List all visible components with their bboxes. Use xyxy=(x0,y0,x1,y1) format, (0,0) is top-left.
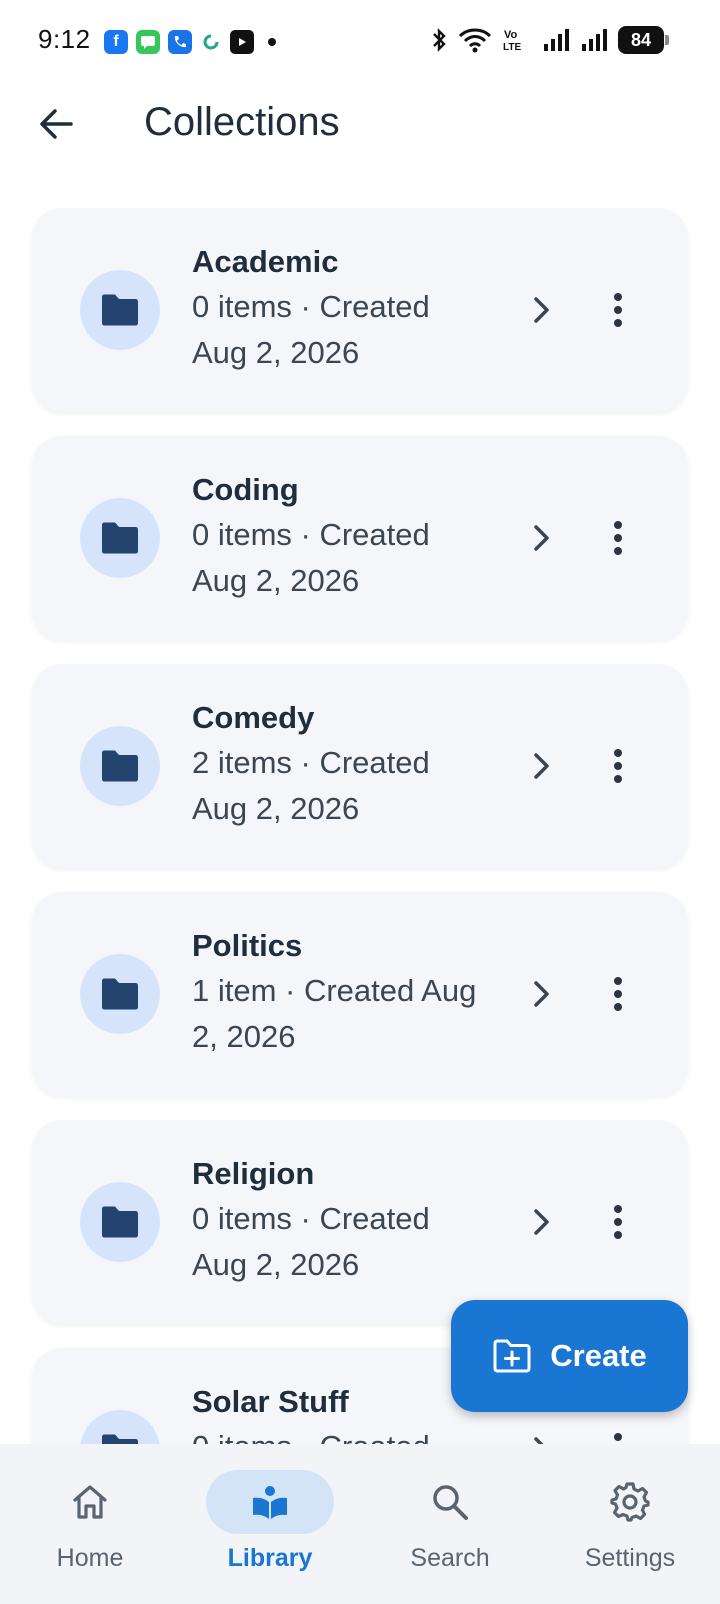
home-icon xyxy=(73,1485,107,1519)
collection-card[interactable]: Politics 1 item · Created Aug 2, 2026 xyxy=(32,892,688,1096)
library-icon xyxy=(253,1486,287,1519)
folder-icon xyxy=(102,978,138,1010)
collection-meta-line1: 1 item · Created Aug xyxy=(192,973,477,1008)
chevron-right-icon xyxy=(534,525,549,551)
folder-avatar xyxy=(80,498,160,578)
folder-avatar xyxy=(80,954,160,1034)
nav-settings[interactable]: Settings xyxy=(540,1444,720,1604)
collection-meta-line1: 0 items · Created xyxy=(192,1201,430,1236)
chevron-right-icon xyxy=(534,1209,549,1235)
open-collection-button[interactable] xyxy=(512,508,572,568)
nav-search-label: Search xyxy=(410,1544,490,1572)
collection-name: Politics xyxy=(192,928,303,963)
bluetooth-icon xyxy=(433,28,446,52)
svg-text:Vo: Vo xyxy=(504,29,518,41)
collection-card[interactable]: Religion 0 items · Created Aug 2, 2026 xyxy=(32,1120,688,1324)
folder-avatar xyxy=(80,1182,160,1262)
collection-name: Religion xyxy=(192,1156,315,1191)
collection-text: Academic 0 items · Created Aug 2, 2026 xyxy=(192,240,522,376)
nav-home-icon-wrap xyxy=(26,1470,154,1534)
youtube-icon xyxy=(230,30,254,54)
nav-library-label: Library xyxy=(227,1544,313,1572)
collection-card[interactable]: Coding 0 items · Created Aug 2, 2026 xyxy=(32,436,688,640)
folder-icon xyxy=(102,750,138,782)
more-vertical-icon xyxy=(614,293,622,327)
volte-icon: VoLTE xyxy=(503,29,521,53)
folder-avatar xyxy=(80,726,160,806)
nav-search-icon-wrap xyxy=(386,1470,514,1534)
collection-meta-line1: 0 items · Created xyxy=(192,517,430,552)
more-options-button[interactable] xyxy=(588,280,648,340)
chevron-right-icon xyxy=(534,753,549,779)
collection-text: Coding 0 items · Created Aug 2, 2026 xyxy=(192,468,522,604)
collection-meta-line2: Aug 2, 2026 xyxy=(192,791,360,826)
more-options-button[interactable] xyxy=(588,736,648,796)
open-collection-button[interactable] xyxy=(512,736,572,796)
collection-name: Comedy xyxy=(192,700,315,735)
wifi-icon xyxy=(458,28,492,53)
chevron-right-icon xyxy=(534,297,549,323)
collection-meta-line2: 2, 2026 xyxy=(192,1019,296,1054)
search-icon xyxy=(433,1485,468,1520)
folder-icon xyxy=(102,1206,138,1238)
arrow-left-icon xyxy=(40,109,73,139)
system-icons: Vo LTE 84 xyxy=(430,26,669,54)
collection-text: Comedy 2 items · Created Aug 2, 2026 xyxy=(192,696,522,832)
more-notifications-dot xyxy=(268,38,276,46)
signal-icon xyxy=(582,29,607,51)
nav-library[interactable]: Library xyxy=(180,1444,360,1604)
open-collection-button[interactable] xyxy=(512,1192,572,1252)
folder-avatar xyxy=(80,270,160,350)
battery-indicator: 84 xyxy=(618,26,669,54)
nav-library-icon-wrap xyxy=(206,1470,334,1534)
back-button[interactable] xyxy=(28,96,84,152)
collection-meta-line2: Aug 2, 2026 xyxy=(192,563,360,598)
open-collection-button[interactable] xyxy=(512,964,572,1024)
collection-meta-line2: Aug 2, 2026 xyxy=(192,1247,360,1282)
collection-name: Academic xyxy=(192,244,339,279)
nav-home[interactable]: Home xyxy=(0,1444,180,1604)
collection-name: Coding xyxy=(192,472,299,507)
phone-icon xyxy=(168,30,192,54)
collection-text: Religion 0 items · Created Aug 2, 2026 xyxy=(192,1152,522,1288)
more-options-button[interactable] xyxy=(588,964,648,1024)
collection-card[interactable]: Comedy 2 items · Created Aug 2, 2026 xyxy=(32,664,688,868)
create-button-label: Create xyxy=(550,1338,647,1373)
more-vertical-icon xyxy=(614,749,622,783)
more-options-button[interactable] xyxy=(588,508,648,568)
nav-search[interactable]: Search xyxy=(360,1444,540,1604)
collection-meta-line2: Aug 2, 2026 xyxy=(192,335,360,370)
status-time: 9:12 xyxy=(38,24,91,54)
more-options-button[interactable] xyxy=(588,1192,648,1252)
folder-icon xyxy=(102,522,138,554)
folder-plus-icon xyxy=(493,1339,531,1373)
notification-icons: f xyxy=(104,30,276,54)
signal-icon xyxy=(544,29,569,51)
collection-card[interactable]: Academic 0 items · Created Aug 2, 2026 xyxy=(32,208,688,412)
more-vertical-icon xyxy=(614,1205,622,1239)
messages-icon xyxy=(136,30,160,54)
status-bar: 9:12 f Vo LTE 84 xyxy=(0,0,720,84)
svg-text:LTE: LTE xyxy=(503,42,521,53)
more-vertical-icon xyxy=(614,521,622,555)
nav-settings-label: Settings xyxy=(584,1544,676,1572)
app-bar: Collections xyxy=(0,84,720,194)
folder-icon xyxy=(102,294,138,326)
screen: 9:12 f Vo LTE 84 Collections Academic 0 … xyxy=(0,0,720,1604)
bottom-nav: Home Library Search Settings xyxy=(0,1444,720,1604)
more-vertical-icon xyxy=(614,977,622,1011)
collection-meta-line1: 0 items · Created xyxy=(192,289,430,324)
page-title: Collections xyxy=(144,100,340,144)
chevron-right-icon xyxy=(534,981,549,1007)
nav-home-label: Home xyxy=(56,1544,124,1572)
collection-text: Politics 1 item · Created Aug 2, 2026 xyxy=(192,924,522,1060)
collection-meta-line1: 2 items · Created xyxy=(192,745,430,780)
create-button[interactable]: Create xyxy=(451,1300,688,1412)
gear-icon xyxy=(610,1482,650,1522)
facebook-icon: f xyxy=(104,30,128,54)
open-collection-button[interactable] xyxy=(512,280,572,340)
nav-settings-icon-wrap xyxy=(566,1470,694,1534)
loader-icon xyxy=(200,31,222,53)
